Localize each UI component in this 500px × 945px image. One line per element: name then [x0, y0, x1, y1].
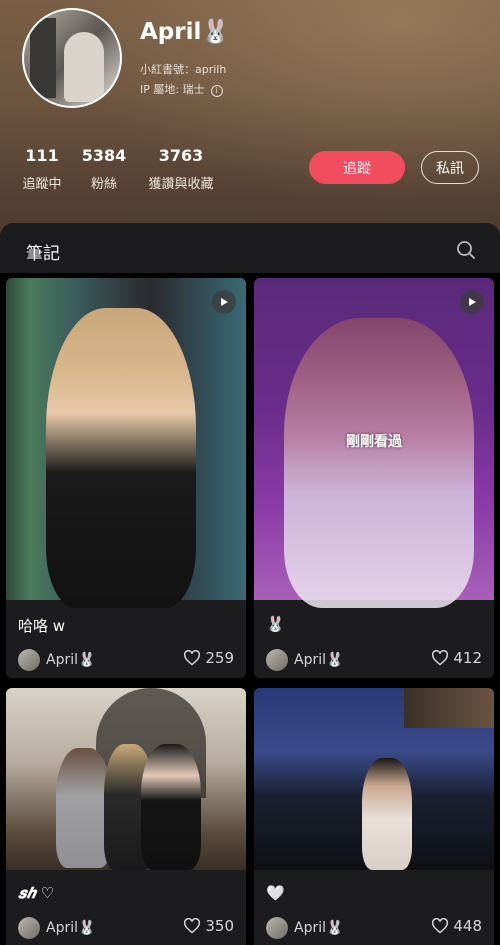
- cover-figure: [46, 308, 196, 608]
- heart-icon: [432, 650, 449, 666]
- video-play-icon: [212, 290, 236, 314]
- stat-likes-collections[interactable]: 3763 獲讚與收藏: [144, 146, 218, 192]
- stat-followers-label: 粉絲: [90, 177, 117, 192]
- heart-icon: [432, 918, 449, 934]
- note-card[interactable]: 剛剛看過 🐰 April🐰 412: [254, 278, 494, 678]
- stat-likes-value: 3763: [158, 146, 204, 165]
- profile-ip-location: IP 屬地: 瑞士 i: [140, 81, 223, 97]
- avatar-photo-figure: [64, 32, 104, 102]
- notes-header: 筆記: [0, 223, 500, 273]
- author-name: April🐰: [46, 920, 96, 936]
- cover-figure: [362, 758, 412, 870]
- note-card[interactable]: 𝒔𝒉 ♡ April🐰 350: [6, 688, 246, 945]
- note-author[interactable]: April🐰: [18, 649, 95, 671]
- stat-following[interactable]: 111 追蹤中: [20, 146, 64, 192]
- author-avatar: [18, 917, 40, 939]
- ip-location-text: IP 屬地: 瑞士: [140, 83, 205, 96]
- note-cover-image: [6, 688, 246, 870]
- profile-id: 小紅書號：aprilh: [140, 63, 227, 76]
- notes-tab-title[interactable]: 筆記: [26, 239, 60, 264]
- video-play-icon: [460, 290, 484, 314]
- author-avatar: [266, 649, 288, 671]
- stat-likes-label: 獲讚與收藏: [148, 177, 214, 192]
- cover-figure: [141, 744, 201, 870]
- info-icon[interactable]: i: [210, 85, 223, 97]
- note-likes[interactable]: 448: [431, 917, 482, 935]
- recently-viewed-label: 剛剛看過: [346, 434, 402, 450]
- note-card[interactable]: 哈咯 w April🐰 259: [6, 278, 246, 678]
- cover-figure: [284, 318, 474, 608]
- like-count: 412: [453, 649, 482, 667]
- note-title: 🐰: [266, 615, 285, 633]
- profile-avatar[interactable]: [22, 8, 122, 108]
- avatar-photo-door: [30, 18, 56, 98]
- cover-roof: [404, 688, 494, 728]
- note-author[interactable]: April🐰: [266, 649, 343, 671]
- cover-figure: [56, 748, 111, 868]
- author-avatar: [18, 649, 40, 671]
- stat-following-label: 追蹤中: [22, 177, 62, 192]
- note-likes[interactable]: 350: [183, 917, 234, 935]
- note-title: 𝒔𝒉 ♡: [18, 884, 55, 902]
- note-author[interactable]: April🐰: [266, 917, 343, 939]
- note-cover-image: 剛剛看過: [254, 278, 494, 608]
- like-count: 259: [205, 649, 234, 667]
- search-icon[interactable]: [456, 240, 476, 260]
- note-likes[interactable]: 412: [431, 649, 482, 667]
- author-name: April🐰: [294, 920, 344, 936]
- stat-followers-value: 5384: [81, 146, 127, 165]
- heart-icon: [184, 650, 201, 666]
- follow-button[interactable]: 追蹤: [309, 151, 405, 184]
- like-count: 448: [453, 917, 482, 935]
- note-cover-image: [6, 278, 246, 608]
- note-likes[interactable]: 259: [183, 649, 234, 667]
- note-cover-image: [254, 688, 494, 870]
- like-count: 350: [205, 917, 234, 935]
- note-card[interactable]: 🤍 April🐰 448: [254, 688, 494, 945]
- author-avatar: [266, 917, 288, 939]
- author-name: April🐰: [294, 652, 344, 668]
- stat-following-value: 111: [25, 146, 59, 165]
- note-title: 🤍: [266, 884, 285, 902]
- note-title: 哈咯 w: [18, 617, 66, 635]
- message-button[interactable]: 私訊: [421, 151, 479, 184]
- note-author[interactable]: April🐰: [18, 917, 95, 939]
- profile-name: April🐰: [140, 19, 231, 45]
- author-name: April🐰: [46, 652, 96, 668]
- heart-icon: [184, 918, 201, 934]
- notes-panel: 筆記 哈咯 w April🐰 259 剛剛看過 🐰 April🐰 412 𝒔𝒉 …: [0, 223, 500, 945]
- stat-followers[interactable]: 5384 粉絲: [80, 146, 128, 192]
